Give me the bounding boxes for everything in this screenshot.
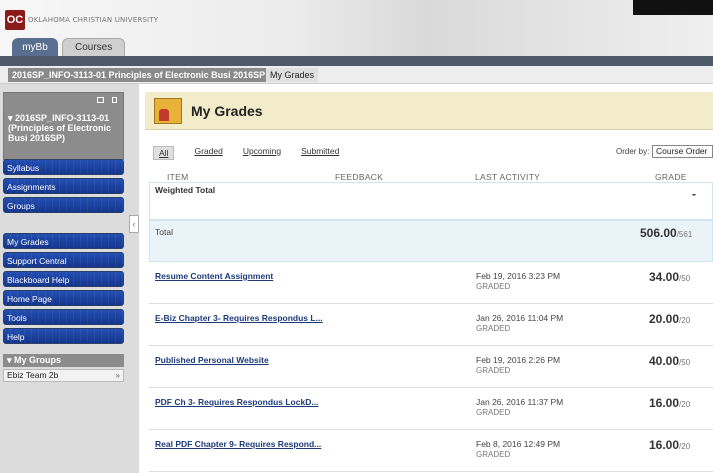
grade-possible: /20 [679, 316, 691, 325]
display-icon[interactable] [97, 97, 104, 103]
breadcrumb: 2016SP_INFO-3113-01 Principles of Electr… [0, 66, 713, 84]
top-banner: OC OKLAHOMA CHRISTIAN UNIVERSITY myBb Co… [0, 0, 713, 66]
grade-score-value: 16.00 [649, 438, 680, 452]
total-row: Total 506.00/561 [149, 220, 713, 262]
filter-all[interactable]: All [153, 146, 175, 160]
main-tabs: myBb Courses [12, 38, 126, 56]
sidebar-item-blackboard-help[interactable]: Blackboard Help [3, 271, 124, 287]
breadcrumb-current: My Grades [266, 68, 319, 82]
grade-item-link[interactable]: E-Biz Chapter 3- Requires Respondus L... [155, 313, 323, 323]
grade-status: GRADED [476, 366, 511, 375]
weighted-total-label: Weighted Total [155, 185, 216, 195]
sidebar-item-groups[interactable]: Groups [3, 197, 124, 213]
total-label: Total [155, 227, 173, 237]
tab-mybb[interactable]: myBb [12, 38, 58, 56]
last-activity-date: Feb 8, 2016 12:49 PM [476, 439, 561, 449]
top-right-block [633, 0, 713, 15]
grade-item-link[interactable]: Real PDF Chapter 9- Requires Respond... [155, 439, 321, 449]
column-header-feedback: FEEDBACK [335, 172, 384, 182]
page-title: My Grades [191, 103, 263, 119]
sidebar-item-home-page[interactable]: Home Page [3, 290, 124, 306]
grade-score-value: 40.00 [649, 354, 680, 368]
course-title[interactable]: ▾ 2016SP_INFO-3113-01 (Principles of Ele… [8, 113, 118, 143]
table-row: PDF Ch 3- Requires Respondus LockD... Ja… [149, 388, 713, 430]
grade-possible: /20 [679, 442, 691, 451]
grade-status: GRADED [476, 450, 511, 459]
expand-arrow-icon[interactable]: » [116, 370, 120, 381]
column-header-item: ITEM [167, 172, 189, 182]
my-groups-label: My Groups [14, 355, 62, 365]
grade-filters: All Graded Upcoming Submitted [153, 146, 359, 160]
main-content: My Grades All Graded Upcoming Submitted … [139, 84, 713, 473]
filter-graded[interactable]: Graded [194, 146, 222, 160]
total-score: 506.00/561 [640, 226, 692, 240]
total-possible: /561 [676, 230, 693, 239]
column-header-last-activity: LAST ACTIVITY [475, 172, 541, 182]
total-score-value: 506.00 [640, 226, 677, 240]
my-groups-header[interactable]: ▾ My Groups [3, 354, 124, 367]
grade-score-value: 34.00 [649, 270, 680, 284]
course-menu-header: ▾ 2016SP_INFO-3113-01 (Principles of Ele… [3, 92, 124, 160]
logo-text: OKLAHOMA CHRISTIAN UNIVERSITY [28, 16, 159, 24]
breadcrumb-course[interactable]: 2016SP_INFO-3113-01 Principles of Electr… [8, 68, 282, 82]
page-header: My Grades [145, 92, 713, 130]
grade-item-link[interactable]: Resume Content Assignment [155, 271, 273, 281]
grade-score: 40.00/50 [649, 354, 690, 368]
sidebar-item-syllabus[interactable]: Syllabus [3, 159, 124, 175]
table-row: E-Biz Chapter 3- Requires Respondus L...… [149, 304, 713, 346]
grade-status: GRADED [476, 282, 511, 291]
university-logo[interactable]: OC OKLAHOMA CHRISTIAN UNIVERSITY [5, 10, 158, 30]
last-activity-date: Jan 26, 2016 11:04 PM [476, 313, 564, 323]
sidebar-item-support-central[interactable]: Support Central [3, 252, 124, 268]
grade-score: 34.00/50 [649, 270, 690, 284]
filter-upcoming[interactable]: Upcoming [243, 146, 281, 160]
grade-possible: /50 [679, 358, 691, 367]
group-item[interactable]: Ebiz Team 2b » [3, 369, 124, 382]
grade-score-value: 16.00 [649, 396, 680, 410]
table-row: Resume Content Assignment Feb 19, 2016 3… [149, 262, 713, 304]
grade-status: GRADED [476, 408, 511, 417]
sidebar-item-tools[interactable]: Tools [3, 309, 124, 325]
filter-submitted[interactable]: Submitted [301, 146, 339, 160]
sidebar-item-my-grades[interactable]: My Grades [3, 233, 124, 249]
tab-bar-line [0, 56, 713, 66]
sidebar-item-help[interactable]: Help [3, 328, 124, 344]
breadcrumb-course-label: 2016SP_INFO-3113-01 Principles of Electr… [12, 70, 266, 80]
grades-icon [154, 98, 182, 124]
table-row: Published Personal Website Feb 19, 2016 … [149, 346, 713, 388]
last-activity-date: Feb 19, 2016 2:26 PM [476, 355, 561, 365]
grade-possible: /50 [679, 274, 691, 283]
table-row: Real PDF Chapter 9- Requires Respond... … [149, 430, 713, 472]
grade-item-link[interactable]: PDF Ch 3- Requires Respondus LockD... [155, 397, 318, 407]
sidebar-item-assignments[interactable]: Assignments [3, 178, 124, 194]
last-activity-date: Feb 19, 2016 3:23 PM [476, 271, 561, 281]
weighted-total-row: Weighted Total - [149, 182, 713, 220]
weighted-total-score: - [692, 187, 696, 201]
collapse-sidebar-icon[interactable]: ‹ [129, 215, 139, 233]
order-by-label: Order by: [616, 147, 650, 156]
grade-item-link[interactable]: Published Personal Website [155, 355, 269, 365]
logo-mark: OC [5, 10, 25, 30]
grade-score-value: 20.00 [649, 312, 680, 326]
group-item-label: Ebiz Team 2b [7, 370, 59, 380]
grade-score: 20.00/20 [649, 312, 690, 326]
grade-score: 16.00/20 [649, 396, 690, 410]
course-sidebar: ▾ 2016SP_INFO-3113-01 (Principles of Ele… [0, 84, 139, 473]
last-activity-date: Jan 26, 2016 11:37 PM [476, 397, 564, 407]
order-by-select[interactable]: Course Order [652, 145, 713, 158]
tab-courses[interactable]: Courses [62, 38, 126, 56]
course-title-label: 2016SP_INFO-3113-01 (Principles of Elect… [8, 113, 112, 143]
grade-status: GRADED [476, 324, 511, 333]
grade-possible: /20 [679, 400, 691, 409]
grade-score: 16.00/20 [649, 438, 690, 452]
column-header-grade: GRADE [655, 172, 687, 182]
pin-icon[interactable] [112, 97, 117, 103]
